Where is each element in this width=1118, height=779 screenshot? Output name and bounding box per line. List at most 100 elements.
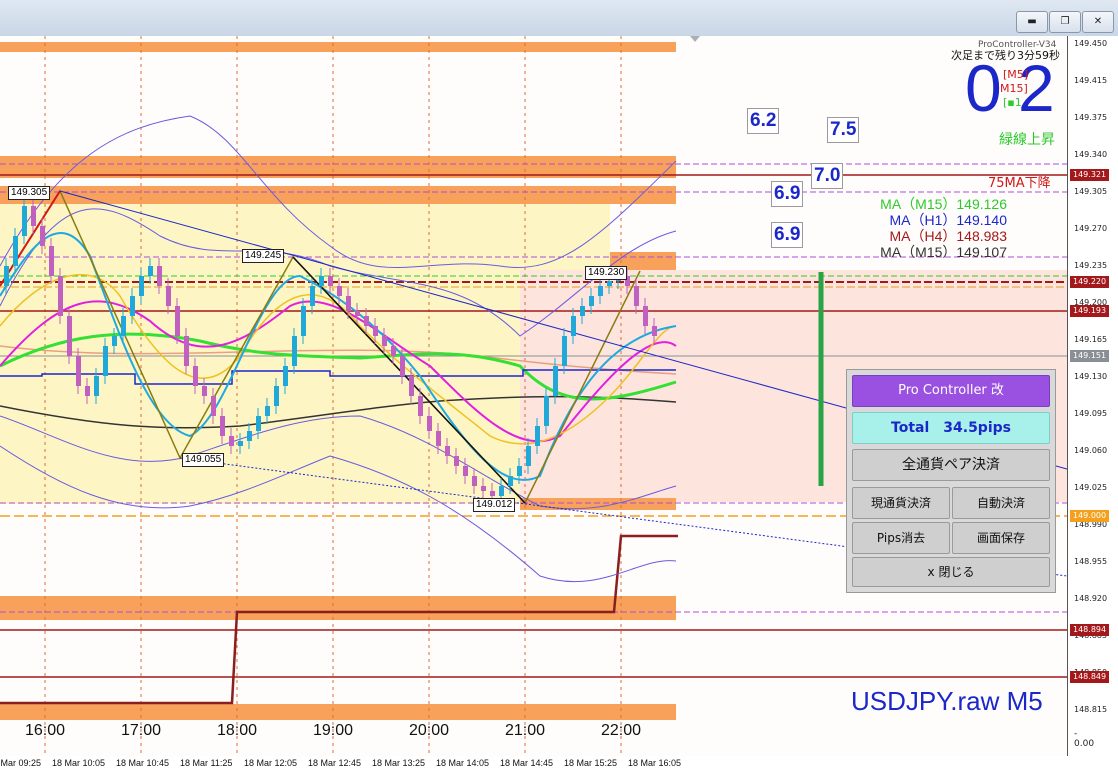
support-zone-1: [520, 498, 676, 510]
pivot-label-high: 149.305: [8, 186, 51, 200]
candle-body: [58, 276, 63, 316]
tf-h1-label: [▪1: [1003, 96, 1022, 109]
pips-box-5: 6.9: [771, 222, 804, 248]
candle-body: [634, 286, 639, 306]
candle-body: [67, 316, 72, 356]
candle-body: [562, 336, 567, 366]
candle-body: [535, 426, 540, 446]
candle-body: [229, 436, 234, 446]
candle-body: [463, 466, 468, 476]
time-date-label: 18 Mar 12:45: [308, 758, 362, 768]
time-date-label: 18 Mar 13:25: [372, 758, 426, 768]
time-hour-label: 19:00: [313, 722, 354, 739]
candle-body: [319, 276, 324, 286]
candle-body: [202, 386, 207, 396]
tf-m15-label: M15]: [1000, 82, 1028, 95]
price-tick-label: 149.060: [1074, 446, 1108, 455]
time-hour-label: 21:00: [505, 722, 546, 739]
candle-body: [238, 441, 243, 446]
candle-body: [265, 406, 270, 416]
time-hour-label: 16:00: [25, 722, 66, 739]
resistance-zone-top: [0, 42, 676, 52]
tf-m5-label: [M5]: [1003, 68, 1029, 81]
support-zone-bottom: [0, 704, 676, 720]
candle-body: [490, 491, 495, 496]
auto-close-button[interactable]: 自動決済: [952, 487, 1050, 519]
time-hour-label: 17:00: [121, 722, 162, 739]
time-date-label: 18 Mar 11:25: [180, 758, 233, 768]
time-axis[interactable]: 16:00 17:00 18:00 19:00 20:00 21:00 22:00 18 M…: [0, 720, 1067, 779]
close-window-button[interactable]: ✕: [1082, 11, 1114, 33]
candle-body: [193, 366, 198, 386]
candle-body: [85, 386, 90, 396]
pivot-label-low: 149.012: [473, 498, 516, 512]
time-date-label: 18 Mar 14:45: [500, 758, 554, 768]
candle-body: [211, 396, 216, 416]
time-date-label: 18 Mar 14:05: [436, 758, 490, 768]
price-tag-label: 148.849: [1070, 671, 1110, 683]
candle-body: [409, 376, 414, 396]
candle-body: [364, 316, 369, 326]
candle-body: [589, 296, 594, 306]
candle-body: [472, 476, 477, 486]
scroll-marker-icon: [690, 36, 700, 42]
time-hour-label: 18:00: [217, 722, 258, 739]
candle-body: [607, 281, 612, 286]
candle-body: [166, 286, 171, 306]
candle-body: [112, 336, 117, 346]
candle-body: [148, 266, 153, 276]
candle-body: [292, 336, 297, 366]
candle-body: [220, 416, 225, 436]
candle-body: [373, 326, 378, 336]
time-date-label: 18 Mar 10:45: [116, 758, 170, 768]
price-tick-label: 148.955: [1074, 557, 1108, 566]
candle-body: [76, 356, 81, 386]
pips-clear-button[interactable]: Pips消去: [852, 522, 950, 554]
candle-body: [436, 431, 441, 446]
restore-button[interactable]: ❐: [1049, 11, 1081, 33]
axis-bottom-dash: -: [1074, 729, 1078, 739]
price-tick-label: 149.235: [1074, 261, 1108, 270]
pivot-label-3: 149.230: [585, 266, 628, 280]
close-all-pairs-button[interactable]: 全通貨ペア決済: [852, 449, 1050, 481]
candle-body: [4, 266, 9, 286]
candle-body: [652, 326, 657, 336]
save-screen-button[interactable]: 画面保存: [952, 522, 1050, 554]
candle-body: [553, 366, 558, 396]
big-digit-left: 0: [965, 51, 1002, 125]
candle-body: [49, 246, 54, 276]
candle-body: [418, 396, 423, 416]
candle-body: [130, 296, 135, 316]
time-date-label: 18 Mar 15:25: [564, 758, 618, 768]
resistance-zone-2: [0, 186, 676, 204]
price-tick-label: 148.920: [1074, 594, 1108, 603]
time-date-label: 18 Mar 16:05: [628, 758, 682, 768]
candle-body: [247, 431, 252, 441]
minimize-button[interactable]: ▬: [1016, 11, 1048, 33]
candle-body: [157, 266, 162, 286]
price-axis[interactable]: 149.450 149.415 149.375 149.340 149.305 149.2…: [1067, 36, 1118, 756]
close-panel-button[interactable]: x 閉じる: [852, 557, 1050, 587]
price-tick-label: 149.025: [1074, 483, 1108, 492]
candle-body: [382, 336, 387, 346]
pivot-label-4: 149.055: [182, 453, 225, 467]
time-date-label: 18 Mar 10:05: [52, 758, 106, 768]
panel-title: Pro Controller 改: [852, 375, 1050, 407]
price-tick-label: 149.130: [1074, 372, 1108, 381]
candle-body: [454, 456, 459, 466]
candle-body: [508, 476, 513, 486]
price-tick-label: 148.815: [1074, 705, 1108, 714]
candle-body: [481, 486, 486, 491]
candle-body: [571, 316, 576, 336]
candle-body: [13, 236, 18, 266]
price-tag-label: 149.193: [1070, 305, 1110, 317]
price-tick-label: 149.165: [1074, 335, 1108, 344]
candle-body: [355, 311, 360, 316]
close-current-button[interactable]: 現通貨決済: [852, 487, 950, 519]
candle-body: [139, 276, 144, 296]
candle-body: [526, 446, 531, 466]
candle-body: [274, 386, 279, 406]
candle-body: [175, 306, 180, 336]
candle-body: [346, 296, 351, 311]
price-chart[interactable]: 149.305 149.245 149.230 149.055 149.012 …: [0, 36, 1067, 756]
